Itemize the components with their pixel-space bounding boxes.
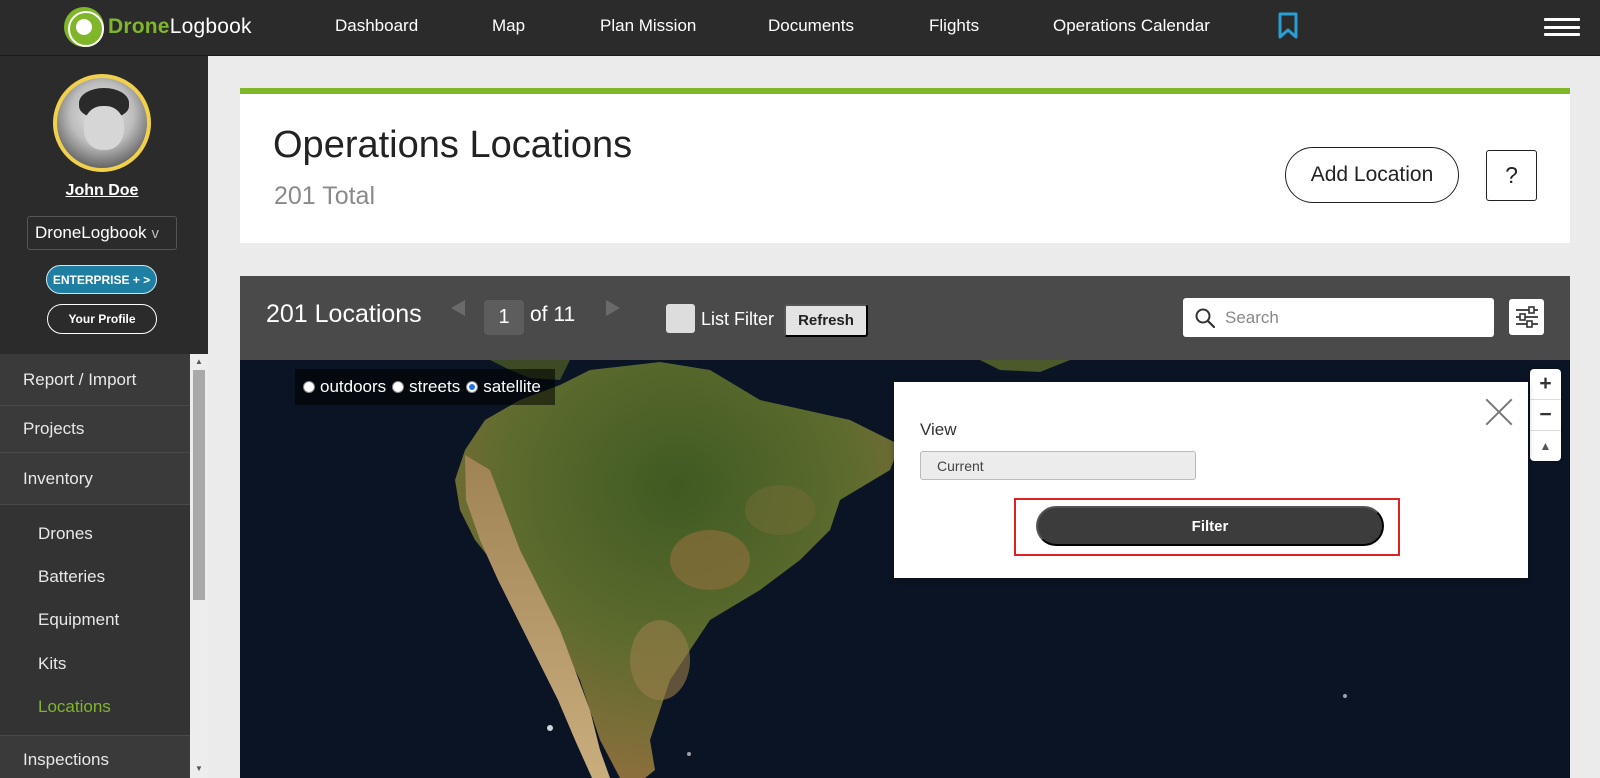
locations-count: 201 Locations <box>266 300 422 328</box>
organization-name: DroneLogbook <box>35 223 147 242</box>
avatar[interactable] <box>53 74 151 172</box>
organization-select[interactable]: DroneLogbook v <box>27 216 177 250</box>
radio-outdoors[interactable] <box>303 381 315 393</box>
sidebar-scrollbar[interactable]: ▲ ▼ <box>190 354 208 778</box>
sidebar-subitem-batteries[interactable]: Batteries <box>38 567 105 587</box>
view-label: View <box>920 420 957 439</box>
refresh-button[interactable]: Refresh <box>784 304 868 337</box>
zoom-in-button[interactable]: + <box>1530 369 1561 399</box>
sidebar-item-projects[interactable]: Projects <box>0 406 190 453</box>
map-zoom-control: + − ▲ <box>1530 369 1561 461</box>
scroll-down-arrow-icon[interactable]: ▼ <box>195 764 203 773</box>
close-icon[interactable] <box>1485 397 1513 425</box>
sidebar-subitem-kits[interactable]: Kits <box>38 654 66 674</box>
sidebar-subitem-equipment[interactable]: Equipment <box>38 610 119 630</box>
nav-operations-calendar[interactable]: Operations Calendar <box>1053 16 1210 36</box>
nav-documents[interactable]: Documents <box>768 16 854 36</box>
list-filter-checkbox[interactable] <box>666 304 695 333</box>
next-page-icon[interactable] <box>606 300 620 316</box>
radio-streets[interactable] <box>392 381 405 393</box>
hamburger-menu-icon[interactable] <box>1544 18 1580 36</box>
filter-settings-button[interactable] <box>1509 299 1544 335</box>
logo-icon <box>64 7 104 47</box>
scroll-up-arrow-icon[interactable]: ▲ <box>195 357 203 366</box>
sidebar-item-inspections[interactable]: Inspections <box>0 735 190 778</box>
your-profile-button[interactable]: Your Profile <box>47 304 157 334</box>
sidebar-subitem-locations[interactable]: Locations <box>38 697 111 717</box>
page-title: Operations Locations <box>273 124 633 166</box>
layer-satellite-label: satellite <box>483 377 541 396</box>
layer-outdoors-label: outdoors <box>320 377 387 396</box>
search-icon <box>1195 308 1215 328</box>
nav-plan-mission[interactable]: Plan Mission <box>600 16 696 36</box>
filter-button[interactable]: Filter <box>1036 506 1384 546</box>
map-toolbar: 201 Locations 1 of 11 List Filter Refres… <box>240 276 1570 360</box>
top-navbar: DroneLogbook Dashboard Map Plan Mission … <box>0 0 1600 56</box>
zoom-out-button[interactable]: − <box>1530 400 1561 430</box>
help-button[interactable]: ? <box>1486 150 1537 201</box>
dronelogbook-logo[interactable]: DroneLogbook <box>64 6 252 48</box>
nav-dashboard[interactable]: Dashboard <box>335 16 418 36</box>
page-total-label: of 11 <box>530 303 576 326</box>
prev-page-icon[interactable] <box>451 300 465 316</box>
sidebar-item-inventory[interactable]: Inventory <box>0 453 190 505</box>
sidebar-item-label: Inspections <box>23 750 109 769</box>
sliders-icon <box>1515 306 1538 328</box>
enterprise-button[interactable]: ENTERPRISE + > <box>46 265 157 294</box>
sidebar-item-label: Report / Import <box>23 369 137 389</box>
nav-map[interactable]: Map <box>492 16 525 36</box>
add-location-button[interactable]: Add Location <box>1285 147 1459 203</box>
sidebar-item-report-import[interactable]: Report / Import <box>0 354 190 406</box>
view-select[interactable]: Current <box>920 451 1196 480</box>
sidebar-menu: Report / Import Projects Inventory Drone… <box>0 354 190 778</box>
logo-text: DroneLogbook <box>108 15 252 39</box>
search-input[interactable] <box>1225 307 1475 328</box>
logo-text-logbook: Logbook <box>169 15 252 38</box>
nav-flights[interactable]: Flights <box>929 16 979 36</box>
page-header-card: Operations Locations 201 Total Add Locat… <box>240 88 1570 243</box>
filter-popup: View Current Filter <box>894 382 1528 578</box>
sidebar-subitem-drones[interactable]: Drones <box>38 524 93 544</box>
bookmark-icon[interactable] <box>1277 12 1299 40</box>
scrollbar-thumb[interactable] <box>193 370 205 600</box>
compass-icon[interactable]: ▲ <box>1530 431 1561 461</box>
layer-satellite-option[interactable]: satellite <box>466 377 541 397</box>
page-number-input[interactable]: 1 <box>484 300 524 335</box>
radio-satellite[interactable] <box>466 381 479 393</box>
layer-streets-option[interactable]: streets <box>392 377 460 397</box>
layer-outdoors-option[interactable]: outdoors <box>303 377 386 397</box>
chevron-down-icon: v <box>151 224 160 242</box>
sidebar-item-label: Projects <box>23 419 85 438</box>
logo-text-drone: Drone <box>108 15 170 38</box>
inventory-submenu: Drones Batteries Equipment Kits Location… <box>0 505 190 735</box>
map-layer-switcher: outdoors streets satellite <box>295 369 555 405</box>
sidebar-item-label: Inventory <box>23 468 93 488</box>
user-name-link[interactable]: John Doe <box>0 182 204 200</box>
search-box[interactable] <box>1183 298 1494 337</box>
total-count: 201 Total <box>274 182 376 210</box>
list-filter-label: List Filter <box>701 309 775 329</box>
layer-streets-label: streets <box>409 377 461 396</box>
